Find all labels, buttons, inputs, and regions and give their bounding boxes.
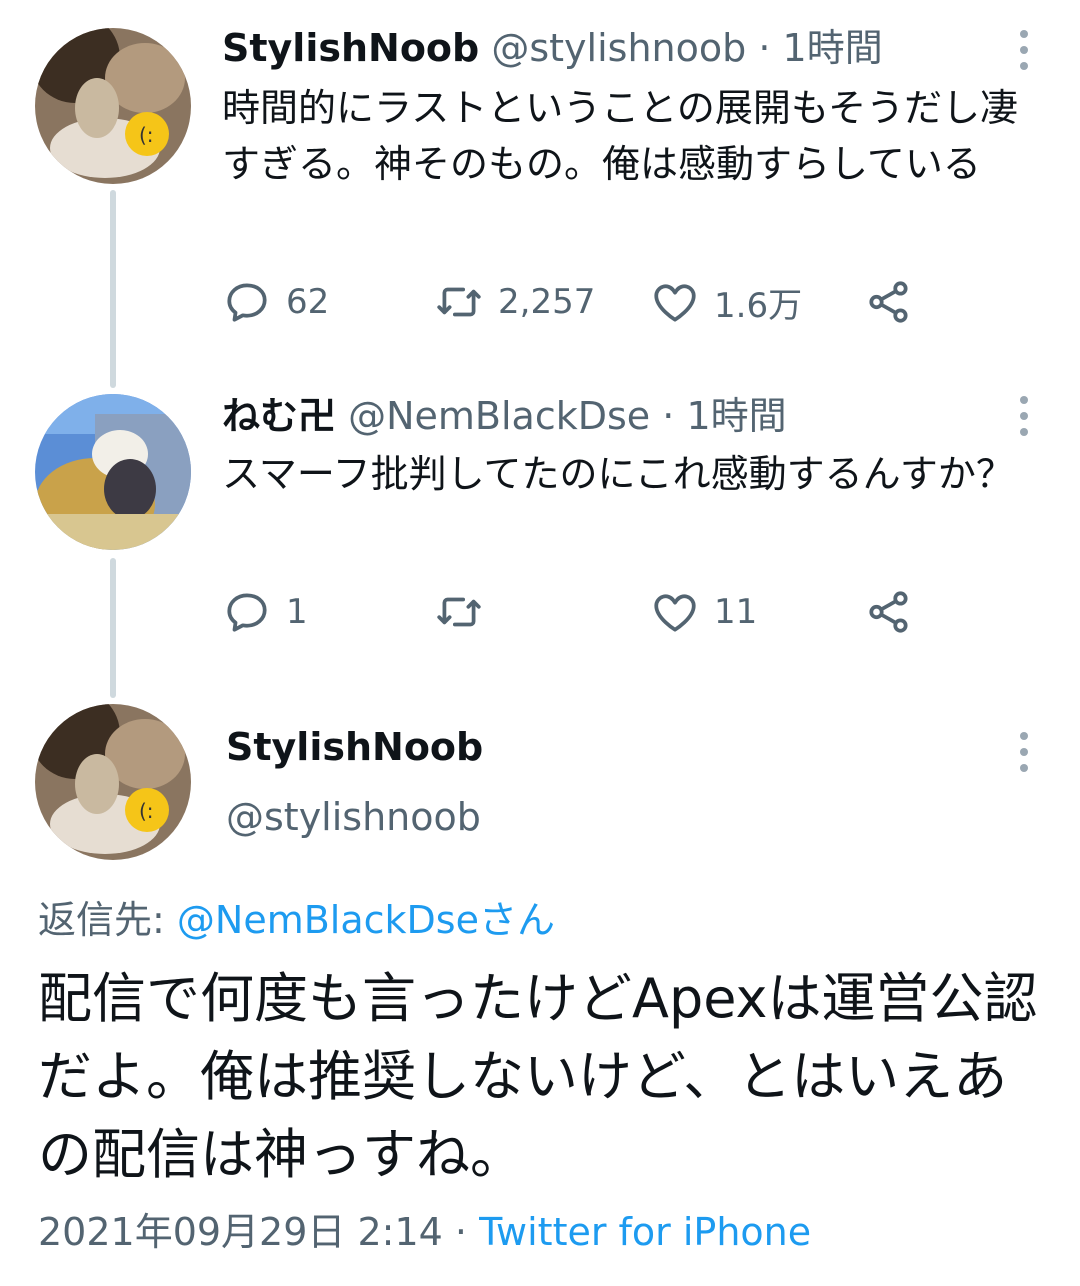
reply-to-line: 返信先: @NemBlackDseさん [38,894,555,946]
tweet1-retweet-button[interactable]: 2,257 [434,272,595,332]
thread-line-2 [110,558,116,698]
tweet1-share-button[interactable] [864,272,914,332]
svg-text:(:: (: [139,799,154,823]
reply-icon [227,283,267,322]
tweet1-like-count: 1.6万 [714,285,803,326]
tweet2-more-icon[interactable] [1018,396,1030,436]
tweet2-reply-button[interactable]: 1 [222,582,308,642]
main-tweet-handle[interactable]: @stylishnoob [226,792,481,842]
tweet2-author-name[interactable]: ねむ卍 [222,394,336,438]
main-tweet-source[interactable]: Twitter for iPhone [479,1210,811,1254]
tweet2-share-button[interactable] [864,582,914,642]
retweet-icon [437,597,481,627]
tweet1-reply-button[interactable]: 62 [222,272,329,332]
tweet1-handle[interactable]: @stylishnoob [491,26,746,70]
svg-text:(:: (: [139,123,154,147]
tweet1-separator: · [758,26,771,70]
tweet1-header: StylishNoob @stylishnoob · 1時間 [222,24,883,72]
tweet2-like-count: 11 [714,592,758,632]
main-tweet-meta: 2021年09月29日 2:14 · Twitter for iPhone [38,1206,811,1258]
main-tweet-date[interactable]: 2021年09月29日 2:14 [38,1210,443,1254]
main-tweet-author-name[interactable]: StylishNoob [226,722,483,772]
reply-to-link[interactable]: @NemBlackDseさん [177,898,555,942]
tweet1-reply-count: 62 [286,282,330,322]
tweet2-time[interactable]: 1時間 [686,394,786,438]
reply-icon [227,593,267,632]
tweet2-reply-count: 1 [286,592,308,632]
tweet2-text: スマーフ批判してたのにこれ感動するんすか？ [222,452,1014,496]
tweet2-handle[interactable]: @NemBlackDse [348,394,650,438]
tweet2-like-button[interactable]: 11 [650,582,757,642]
avatar-nemblackdse[interactable] [35,394,191,550]
tweet1-actions: 62 2,257 1.6万 [222,272,942,332]
avatar-stylishnoob-main[interactable]: (: [35,704,191,860]
tweet1-more-icon[interactable] [1018,30,1030,70]
share-icon [869,591,908,633]
main-tweet-text: 配信で何度も言ったけどApexは運営公認だよ。俺は推奨しないけど、とはいえあの配… [38,967,1038,1186]
avatar-stylishnoob[interactable]: (: [35,28,191,184]
main-tweet-more-icon[interactable] [1018,732,1030,772]
tweet2-actions: 1 11 [222,582,942,642]
like-icon [654,284,696,322]
tweet1-time[interactable]: 1時間 [783,26,883,70]
tweet1-text: 時間的にラストということの展開もそうだし凄すぎる。神そのもの。俺は感動すらしてい… [222,86,1019,186]
reply-to-label: 返信先: [38,898,165,942]
tweet2-separator: · [662,394,675,438]
retweet-icon [437,287,481,317]
tweet2-header: ねむ卍 @NemBlackDse · 1時間 [222,392,787,440]
share-icon [869,281,908,323]
main-tweet-separator: · [454,1210,468,1254]
thread-line-1 [110,190,116,388]
tweet1-retweet-count: 2,257 [498,282,596,322]
tweet1-author-name[interactable]: StylishNoob [222,26,479,70]
like-icon [654,594,696,632]
tweet2-retweet-button[interactable] [434,582,498,642]
tweet1-like-button[interactable]: 1.6万 [650,272,802,332]
